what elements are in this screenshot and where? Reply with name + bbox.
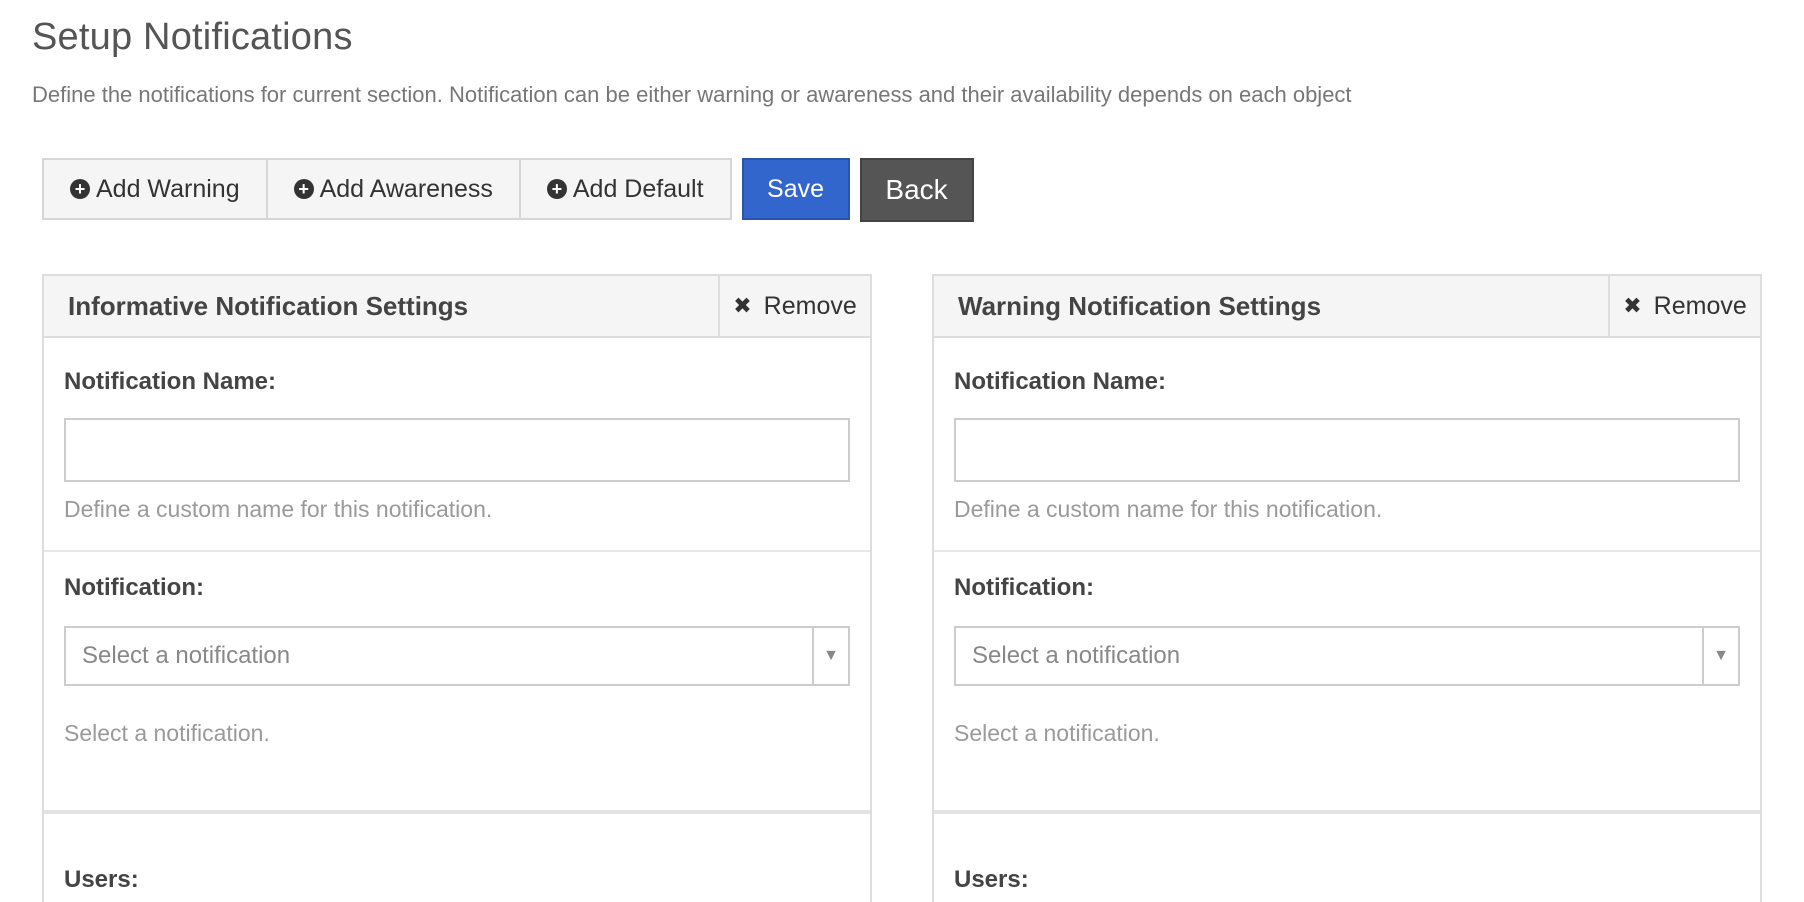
users-section: Users: bbox=[934, 814, 1760, 894]
notification-select[interactable]: Select a notification ▼ bbox=[64, 626, 850, 686]
back-button[interactable]: Back bbox=[859, 158, 974, 222]
notification-help: Select a notification. bbox=[64, 720, 270, 746]
chevron-down-icon[interactable]: ▼ bbox=[1702, 628, 1738, 684]
add-button-group: + Add Warning + Add Awareness + Add Defa… bbox=[42, 158, 732, 220]
notification-name-help: Define a custom name for this notificati… bbox=[64, 496, 493, 522]
plus-circle-icon: + bbox=[293, 179, 314, 199]
remove-button[interactable]: ✖ Remove bbox=[718, 276, 870, 336]
add-warning-button[interactable]: + Add Warning bbox=[44, 160, 268, 218]
remove-button[interactable]: ✖ Remove bbox=[1608, 276, 1760, 336]
panel-header: Informative Notification Settings ✖ Remo… bbox=[44, 276, 870, 338]
notification-select-value: Select a notification bbox=[82, 642, 291, 669]
toolbar: + Add Warning + Add Awareness + Add Defa… bbox=[42, 158, 974, 222]
notification-select[interactable]: Select a notification ▼ bbox=[954, 626, 1740, 686]
save-button[interactable]: Save bbox=[741, 158, 850, 220]
plus-circle-icon: + bbox=[546, 179, 567, 199]
page-description: Define the notifications for current sec… bbox=[32, 82, 1352, 107]
warning-notification-panel: Warning Notification Settings ✖ Remove N… bbox=[932, 274, 1762, 902]
remove-label: Remove bbox=[1653, 291, 1747, 320]
notification-name-label: Notification Name: bbox=[954, 368, 1167, 395]
notification-select-value: Select a notification bbox=[972, 642, 1181, 669]
notification-name-section: Notification Name: Define a custom name … bbox=[44, 338, 870, 552]
informative-notification-panel: Informative Notification Settings ✖ Remo… bbox=[42, 274, 872, 902]
users-label: Users: bbox=[64, 866, 139, 893]
close-icon: ✖ bbox=[1623, 293, 1642, 318]
notification-label: Notification: bbox=[64, 574, 204, 601]
panel-title: Informative Notification Settings bbox=[68, 290, 469, 321]
notification-help: Select a notification. bbox=[954, 720, 1160, 746]
notification-label: Notification: bbox=[954, 574, 1094, 601]
plus-circle-icon: + bbox=[70, 179, 90, 199]
notification-name-help: Define a custom name for this notificati… bbox=[954, 496, 1383, 522]
setup-notifications-page: Setup Notifications Define the notificat… bbox=[0, 0, 1804, 902]
add-awareness-label: Add Awareness bbox=[319, 174, 493, 203]
add-warning-label: Add Warning bbox=[96, 174, 240, 203]
notification-name-input[interactable] bbox=[64, 418, 850, 482]
notification-name-section: Notification Name: Define a custom name … bbox=[934, 338, 1760, 552]
notification-section: Notification: Select a notification ▼ Se… bbox=[44, 552, 870, 814]
panel-header: Warning Notification Settings ✖ Remove bbox=[934, 276, 1760, 338]
add-awareness-button[interactable]: + Add Awareness bbox=[267, 160, 521, 218]
notification-name-label: Notification Name: bbox=[64, 368, 277, 395]
users-section: Users: bbox=[44, 814, 870, 894]
chevron-down-icon[interactable]: ▼ bbox=[812, 628, 848, 684]
notification-section: Notification: Select a notification ▼ Se… bbox=[934, 552, 1760, 814]
page-title: Setup Notifications bbox=[32, 16, 353, 58]
notification-name-input[interactable] bbox=[954, 418, 1740, 482]
close-icon: ✖ bbox=[733, 293, 752, 318]
users-label: Users: bbox=[954, 866, 1029, 893]
add-default-button[interactable]: + Add Default bbox=[520, 160, 730, 218]
panel-title: Warning Notification Settings bbox=[958, 290, 1322, 321]
remove-label: Remove bbox=[763, 291, 857, 320]
add-default-label: Add Default bbox=[572, 174, 704, 203]
